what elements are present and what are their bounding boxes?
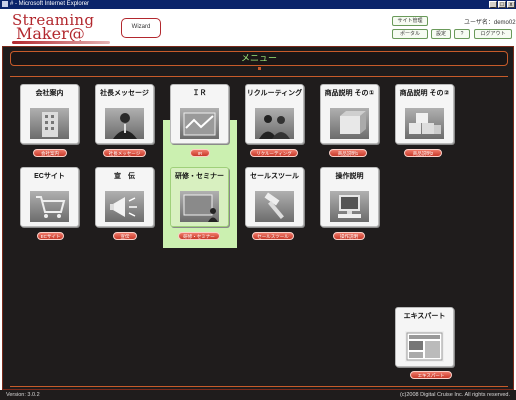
- portal-button[interactable]: ポータル: [392, 29, 428, 39]
- product-boxes-icon: [405, 108, 444, 139]
- divider: [10, 386, 508, 387]
- executive-icon: [105, 108, 144, 139]
- card-title: リクルーティング: [246, 90, 303, 97]
- product-box-icon: [330, 108, 369, 139]
- menu-card-instructions[interactable]: 操作説明: [320, 167, 379, 227]
- menu-card-sales-tools[interactable]: セールスツール: [245, 167, 304, 227]
- menu-title: メニュー: [240, 53, 277, 63]
- computer-icon: [330, 191, 369, 222]
- menu-card-advertising[interactable]: 宣 伝: [95, 167, 154, 227]
- card-button-product-2[interactable]: 商品説明2: [404, 149, 442, 157]
- window-controls: _ □ x: [489, 1, 515, 8]
- menu-card-company[interactable]: 会社案内: [20, 84, 79, 144]
- status-bar: Version: 3.0.2 (c)2008 Digital Cruise In…: [0, 390, 516, 400]
- close-button[interactable]: x: [507, 1, 515, 8]
- menu-card-expert[interactable]: エキスパート: [395, 307, 454, 367]
- menu-card-seminar[interactable]: 研修・セミナー: [170, 167, 229, 227]
- streaming-maker-logo: Streaming Maker@ BB: [12, 11, 112, 62]
- card-button-ec-site[interactable]: ECサイト: [37, 232, 64, 240]
- card-title: ＩＲ: [192, 90, 207, 97]
- card-button-ir[interactable]: IR: [190, 149, 210, 157]
- expert-layout-icon: [405, 331, 444, 362]
- recruiting-icon: [255, 108, 294, 139]
- app-header: Streaming Maker@ BB Wizard サイト管理 ユーザ名：de…: [0, 9, 516, 62]
- copyright-text: (c)2008 Digital Cruise Inc. All rights r…: [399, 392, 510, 398]
- user-label: ユーザ名：demo02: [464, 20, 516, 26]
- minimize-button[interactable]: _: [489, 1, 497, 8]
- card-title: 社長メッセージ: [100, 90, 149, 97]
- card-title: 商品説明 その①: [324, 90, 375, 97]
- card-button-seminar[interactable]: 研修・セミナー: [178, 232, 220, 240]
- menu-card-recruiting[interactable]: リクルーティング: [245, 84, 304, 144]
- card-button-recruiting[interactable]: リクルーティング: [250, 149, 298, 157]
- window-titlebar: # - Microsoft Internet Explorer _ □ x: [0, 0, 516, 9]
- card-button-instructions[interactable]: 操作説明: [333, 232, 365, 240]
- maximize-button[interactable]: □: [498, 1, 506, 8]
- menu-card-product-2[interactable]: 商品説明 その②: [395, 84, 454, 144]
- card-button-president-message[interactable]: 社長メッセージ: [103, 149, 146, 157]
- card-button-product-1[interactable]: 商品説明1: [329, 149, 367, 157]
- megaphone-icon: [105, 191, 144, 222]
- divider: [10, 76, 508, 77]
- shopping-cart-icon: [30, 191, 69, 222]
- seminar-icon: [180, 191, 219, 222]
- card-title: 会社案内: [35, 90, 64, 97]
- card-button-company[interactable]: 会社案内: [33, 149, 67, 157]
- card-button-advertising[interactable]: 宣伝: [113, 232, 137, 240]
- menu-title-marker: [258, 67, 261, 70]
- card-title: ECサイト: [34, 173, 65, 180]
- version-text: Version: 3.0.2: [6, 392, 40, 398]
- site-admin-button[interactable]: サイト管理: [392, 16, 428, 26]
- wizard-button[interactable]: Wizard: [121, 18, 161, 38]
- menu-card-ec-site[interactable]: ECサイト: [20, 167, 79, 227]
- card-button-sales-tools[interactable]: セールスツール: [252, 232, 294, 240]
- tool-icon: [255, 191, 294, 222]
- building-icon: [30, 108, 69, 139]
- menu-card-ir[interactable]: ＩＲ: [170, 84, 229, 144]
- menu-card-president-message[interactable]: 社長メッセージ: [95, 84, 154, 144]
- ie-icon: [2, 1, 8, 7]
- ir-chart-icon: [180, 108, 219, 139]
- card-button-expert[interactable]: エキスパート: [410, 371, 452, 379]
- menu-card-product-1[interactable]: 商品説明 その①: [320, 84, 379, 144]
- card-title: 操作説明: [335, 173, 364, 180]
- logout-button[interactable]: ログアウト: [474, 29, 512, 39]
- card-title: 研修・セミナー: [175, 173, 224, 180]
- logo-swoosh: [12, 41, 110, 44]
- card-title: 商品説明 その②: [399, 90, 450, 97]
- window-title: # - Microsoft Internet Explorer: [10, 1, 90, 7]
- card-title: セールスツール: [250, 173, 299, 180]
- card-title: 宣 伝: [114, 173, 135, 180]
- settings-button[interactable]: 設定: [431, 29, 451, 39]
- help-button[interactable]: ?: [454, 29, 470, 39]
- menu-title-bar: メニュー: [10, 51, 508, 70]
- card-title: エキスパート: [403, 313, 446, 320]
